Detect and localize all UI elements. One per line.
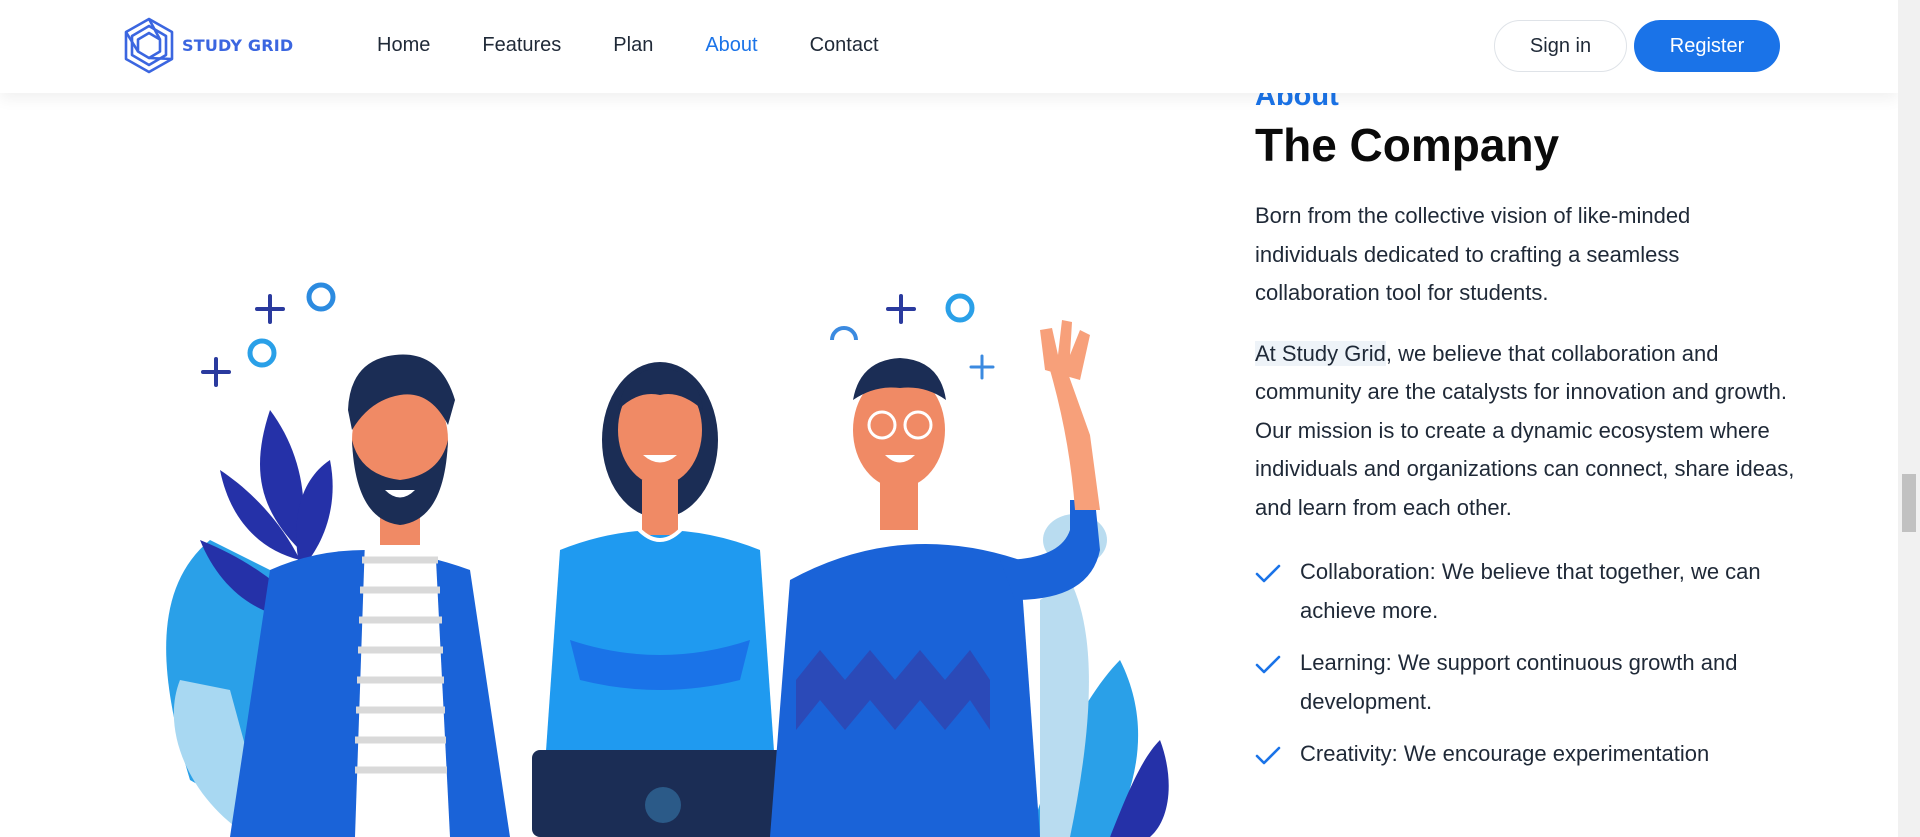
about-page: STUDY GRID Home Features Plan About Cont…: [0, 0, 1898, 837]
value-text: Collaboration: We believe that together,…: [1300, 559, 1761, 623]
logo-text: STUDY GRID: [182, 36, 294, 55]
value-item: Collaboration: We believe that together,…: [1255, 553, 1795, 630]
highlighted-text: At Study Grid: [1255, 340, 1386, 366]
intro-paragraph: Born from the collective vision of like-…: [1255, 203, 1691, 305]
check-icon: [1255, 746, 1281, 765]
nav-home[interactable]: Home: [377, 34, 430, 57]
page-title: The Company: [1255, 119, 1560, 171]
nav-features[interactable]: Features: [482, 34, 561, 57]
value-text: Creativity: We encourage experimentation: [1300, 741, 1710, 766]
nav-about[interactable]: About: [705, 34, 757, 57]
register-button[interactable]: Register: [1634, 20, 1780, 72]
nav-plan[interactable]: Plan: [613, 34, 653, 57]
check-icon: [1255, 655, 1281, 674]
nav-contact[interactable]: Contact: [810, 34, 879, 57]
values-list: Collaboration: We believe that together,…: [1255, 553, 1795, 774]
hexagon-logo-icon: [124, 17, 174, 74]
main-nav: Home Features Plan About Contact: [377, 34, 931, 57]
site-header: STUDY GRID Home Features Plan About Cont…: [0, 0, 1898, 93]
person-middle: [532, 362, 794, 837]
about-section: About The Company Born from the collecti…: [1255, 78, 1795, 788]
value-item: Creativity: We encourage experimentation: [1255, 735, 1795, 774]
mission-paragraph: At Study Grid, we believe that collabora…: [1255, 335, 1795, 528]
brand-logo[interactable]: STUDY GRID: [122, 17, 293, 74]
scrollbar-thumb[interactable]: [1902, 474, 1916, 532]
mission-text: , we believe that collaboration and comm…: [1255, 340, 1795, 520]
sign-in-button[interactable]: Sign in: [1494, 20, 1627, 72]
check-icon: [1255, 564, 1281, 583]
page-scrollbar[interactable]: [1898, 0, 1920, 837]
value-text: Learning: We support continuous growth a…: [1300, 650, 1738, 714]
team-illustration: [166, 282, 1169, 837]
value-item: Learning: We support continuous growth a…: [1255, 644, 1795, 721]
